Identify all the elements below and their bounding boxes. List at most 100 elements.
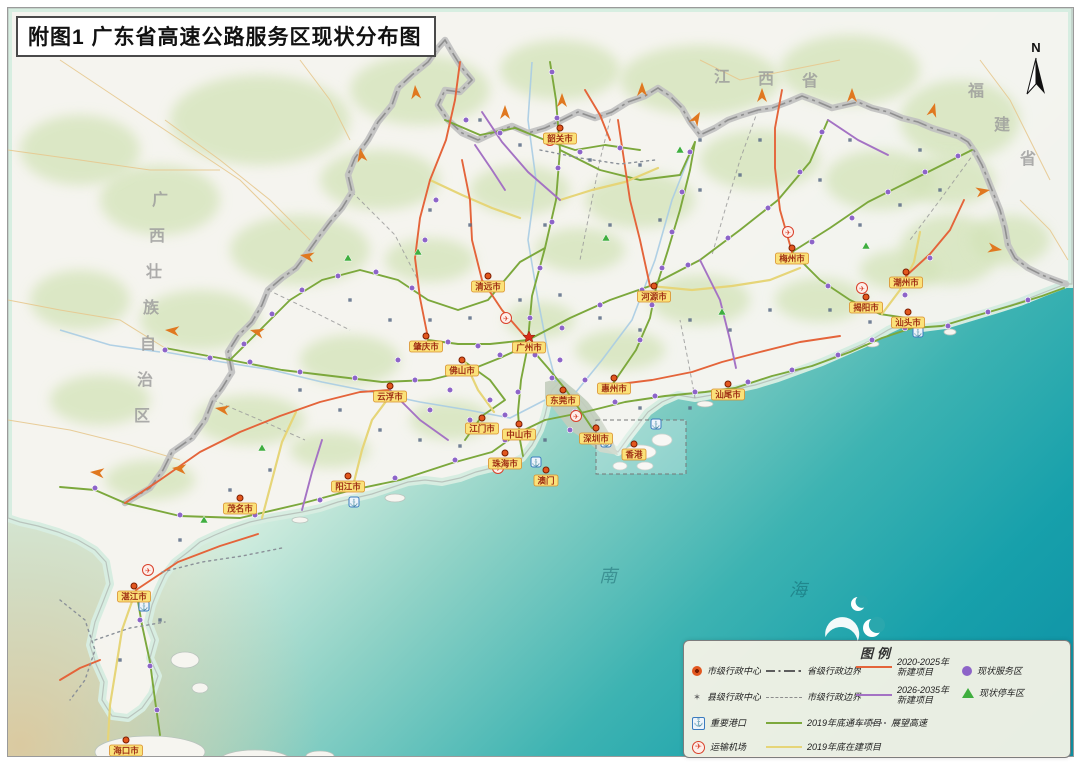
service-area-dot bbox=[317, 497, 323, 503]
city-label: 香港 bbox=[624, 450, 643, 460]
county-dot bbox=[758, 138, 761, 141]
city-label: 梅州市 bbox=[779, 254, 805, 264]
legend-item: 2020-2025年新建项目 bbox=[856, 656, 949, 678]
service-area-dot bbox=[392, 475, 398, 481]
neighbor-province-label: 省 bbox=[1019, 149, 1036, 168]
legend-item: 市级行政中心 bbox=[692, 660, 761, 682]
service-area-dot bbox=[269, 311, 275, 317]
county-dot bbox=[848, 138, 851, 141]
service-area-dot bbox=[487, 397, 493, 403]
city-label: 海口市 bbox=[113, 746, 139, 756]
county-dot bbox=[938, 188, 941, 191]
service-area-dot bbox=[687, 149, 693, 155]
service-area-dot bbox=[241, 341, 247, 347]
service-area-dot bbox=[422, 237, 428, 243]
county-dot bbox=[738, 173, 741, 176]
county-dot bbox=[418, 438, 421, 441]
island bbox=[192, 683, 208, 693]
sea-label: 海 bbox=[789, 580, 810, 600]
island bbox=[385, 494, 405, 502]
neighbor-province-label: 区 bbox=[134, 407, 150, 425]
service-area-dot bbox=[147, 663, 153, 669]
county-dot bbox=[118, 658, 121, 661]
city-dot bbox=[479, 415, 485, 421]
legend-label: 2019年底在建项目 bbox=[807, 742, 881, 752]
ln-purple-swatch bbox=[856, 694, 892, 696]
city-label: 珠海市 bbox=[492, 459, 518, 469]
legend-label: 2020-2025年新建项目 bbox=[897, 657, 949, 677]
county-dot bbox=[598, 316, 601, 319]
ic-airport-swatch: ✈ bbox=[692, 741, 705, 754]
ic-city-swatch bbox=[692, 666, 702, 676]
service-area-dot bbox=[373, 269, 379, 275]
county-dot bbox=[458, 444, 461, 447]
service-area-dot bbox=[849, 215, 855, 221]
city-label: 肇庆市 bbox=[412, 342, 439, 352]
county-dot bbox=[228, 488, 231, 491]
service-area-dot bbox=[537, 265, 543, 271]
county-dot bbox=[428, 318, 431, 321]
service-area-dot bbox=[162, 347, 168, 353]
county-dot bbox=[688, 318, 691, 321]
neighbor-province-label: 福 bbox=[967, 81, 984, 100]
county-dot bbox=[898, 203, 901, 206]
map-stage: ⚓⚓⚓⚓⚓⚓✈✈✈✈✈✈✈广州市佛山市深圳市珠海市东莞市中山市惠州市江门市肇庆市… bbox=[0, 0, 1080, 763]
county-dot bbox=[698, 138, 701, 141]
island bbox=[697, 401, 713, 407]
terrain-blob bbox=[30, 270, 130, 330]
city-label: 深圳市 bbox=[583, 434, 609, 444]
service-area-dot bbox=[637, 337, 643, 343]
service-area-dot bbox=[809, 239, 815, 245]
service-area-dot bbox=[985, 309, 991, 315]
city-dot bbox=[560, 387, 566, 393]
city-dot bbox=[863, 294, 869, 300]
county-dot bbox=[728, 328, 731, 331]
city-dot bbox=[725, 381, 731, 387]
ic-port-swatch: ⚓ bbox=[692, 717, 705, 730]
service-area-dot bbox=[207, 355, 213, 361]
city-label: 中山市 bbox=[506, 430, 532, 440]
ln-dotted-swatch bbox=[856, 722, 886, 724]
service-area-dot bbox=[582, 377, 588, 383]
city-dot bbox=[237, 495, 243, 501]
city-dot bbox=[543, 467, 549, 473]
terrain-blob bbox=[140, 290, 260, 350]
service-area-dot bbox=[395, 357, 401, 363]
county-dot bbox=[543, 438, 546, 441]
service-area-dot bbox=[567, 427, 573, 433]
city-dot bbox=[502, 450, 508, 456]
neighbor-province-label: 族 bbox=[143, 298, 160, 317]
ic-county-swatch: ✶ bbox=[692, 692, 702, 702]
sea-label: 南 bbox=[599, 566, 620, 586]
pt-sa-swatch bbox=[962, 666, 972, 676]
sandbank-crescent-cut bbox=[869, 617, 885, 633]
city-label: 茂名市 bbox=[226, 504, 253, 514]
city-dot bbox=[593, 425, 599, 431]
city-label: 澳门 bbox=[537, 476, 554, 486]
legend-item: 2026-2035年新建项目 bbox=[856, 684, 949, 706]
service-area-dot bbox=[922, 169, 928, 175]
legend-item: 市级行政边界 bbox=[766, 686, 861, 708]
county-dot bbox=[608, 223, 611, 226]
city-dot bbox=[423, 333, 429, 339]
service-area-dot bbox=[475, 343, 481, 349]
county-dot bbox=[868, 320, 871, 323]
service-area-dot bbox=[299, 287, 305, 293]
legend-label: 市级行政边界 bbox=[807, 692, 861, 702]
county-dot bbox=[543, 223, 546, 226]
service-area-dot bbox=[745, 379, 751, 385]
terrain-blob bbox=[620, 45, 780, 115]
service-area-dot bbox=[869, 337, 875, 343]
service-area-dot bbox=[902, 292, 908, 298]
county-dot bbox=[268, 468, 271, 471]
neighbor-province-label: 壮 bbox=[146, 262, 162, 281]
county-dot bbox=[468, 316, 471, 319]
service-area-dot bbox=[885, 189, 891, 195]
county-dot bbox=[638, 328, 641, 331]
sandbank-crescent-cut bbox=[856, 595, 869, 608]
county-dot bbox=[638, 406, 641, 409]
island bbox=[306, 751, 334, 761]
legend-label: 现状服务区 bbox=[977, 666, 1022, 676]
service-area-dot bbox=[412, 377, 418, 383]
county-dot bbox=[658, 218, 661, 221]
